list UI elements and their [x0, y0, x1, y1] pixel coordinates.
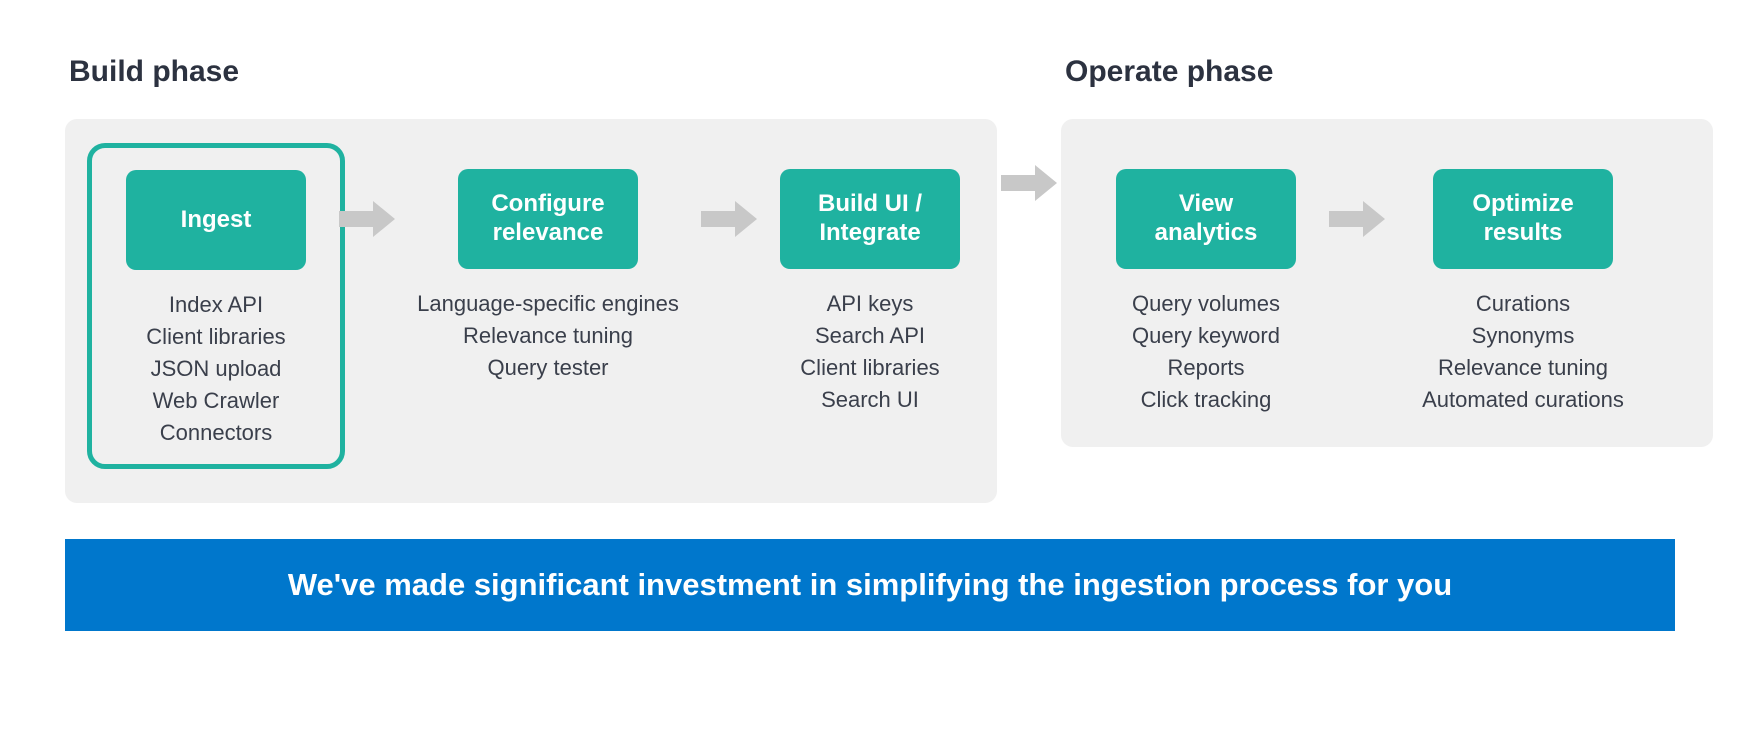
banner-message: We've made significant investment in sim…	[65, 539, 1675, 631]
step-buildui: Build UI / Integrate API keys Search API…	[765, 143, 975, 413]
list-item: Synonyms	[1472, 323, 1575, 349]
list-item: Query tester	[487, 355, 608, 381]
list-item: Reports	[1167, 355, 1244, 381]
step-ingest-items: Index API Client libraries JSON upload W…	[146, 292, 285, 446]
list-item: Query volumes	[1132, 291, 1280, 317]
build-panel: Ingest Index API Client libraries JSON u…	[65, 119, 997, 503]
list-item: Curations	[1476, 291, 1570, 317]
list-item: Automated curations	[1422, 387, 1624, 413]
step-buildui-box: Build UI / Integrate	[780, 169, 960, 269]
list-item: Client libraries	[800, 355, 939, 381]
list-item: Search API	[815, 323, 925, 349]
arrow-icon	[331, 169, 403, 269]
operate-panel: View analytics Query volumes Query keywo…	[1061, 119, 1713, 447]
list-item: Query keyword	[1132, 323, 1280, 349]
list-item: Connectors	[160, 420, 273, 446]
list-item: API keys	[827, 291, 914, 317]
step-analytics-items: Query volumes Query keyword Reports Clic…	[1132, 291, 1280, 413]
step-configure: Configure relevance Language-specific en…	[403, 143, 693, 381]
step-buildui-items: API keys Search API Client libraries Sea…	[800, 291, 939, 413]
list-item: JSON upload	[151, 356, 282, 382]
build-phase-title: Build phase	[65, 55, 997, 89]
arrow-icon	[1321, 169, 1393, 269]
step-optimize-items: Curations Synonyms Relevance tuning Auto…	[1422, 291, 1624, 413]
list-item: Web Crawler	[153, 388, 280, 414]
list-item: Client libraries	[146, 324, 285, 350]
list-item: Relevance tuning	[463, 323, 633, 349]
operate-phase-title: Operate phase	[1061, 55, 1713, 89]
step-ingest-box: Ingest	[126, 170, 306, 270]
phases-row: Build phase Ingest Index API Client libr…	[65, 55, 1675, 503]
step-configure-items: Language-specific engines Relevance tuni…	[417, 291, 679, 381]
step-analytics-box: View analytics	[1116, 169, 1296, 269]
list-item: Click tracking	[1141, 387, 1272, 413]
step-analytics: View analytics Query volumes Query keywo…	[1091, 143, 1321, 413]
build-phase: Build phase Ingest Index API Client libr…	[65, 55, 997, 503]
list-item: Search UI	[821, 387, 919, 413]
step-optimize: Optimize results Curations Synonyms Rele…	[1393, 143, 1653, 413]
step-optimize-box: Optimize results	[1433, 169, 1613, 269]
list-item: Language-specific engines	[417, 291, 679, 317]
list-item: Index API	[169, 292, 263, 318]
operate-phase: Operate phase View analytics Query volum…	[1061, 55, 1713, 447]
arrow-icon	[1001, 165, 1057, 201]
step-ingest-highlight: Ingest Index API Client libraries JSON u…	[87, 143, 345, 469]
step-configure-box: Configure relevance	[458, 169, 638, 269]
arrow-icon	[693, 169, 765, 269]
list-item: Relevance tuning	[1438, 355, 1608, 381]
